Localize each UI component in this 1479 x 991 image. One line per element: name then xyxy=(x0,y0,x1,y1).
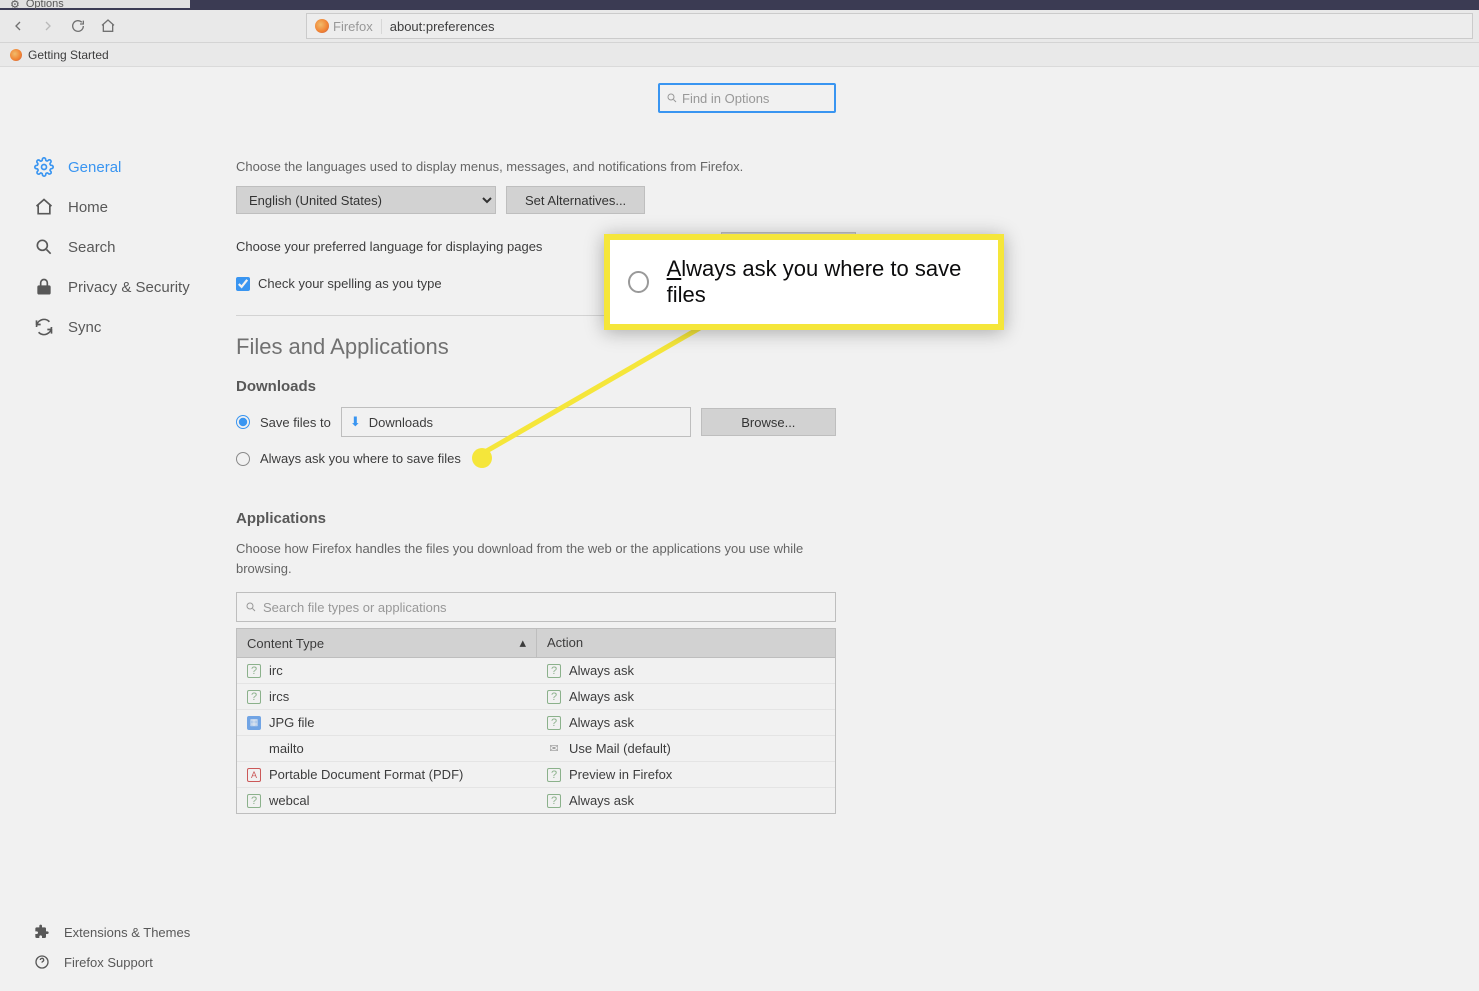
save-to-label: Save files to xyxy=(260,415,331,430)
reload-button[interactable] xyxy=(66,14,90,38)
sync-icon xyxy=(34,317,54,337)
always-ask-radio[interactable] xyxy=(236,452,250,466)
callout-box: AAlways ask you where to save fileslways… xyxy=(604,234,1004,330)
search-applications-input[interactable]: Search file types or applications xyxy=(236,592,836,622)
save-to-radio[interactable] xyxy=(236,415,250,429)
sidebar-item-privacy[interactable]: Privacy & Security xyxy=(0,267,230,307)
url-bar[interactable]: Firefox about:preferences xyxy=(306,13,1473,39)
preferred-language-label: Choose your preferred language for displ… xyxy=(236,239,542,254)
search-icon xyxy=(245,601,257,613)
callout-text: AAlways ask you where to save fileslways… xyxy=(667,256,980,308)
applications-table: Content Type ▴ Action ?irc ?Always ask?i… xyxy=(236,628,836,814)
sidebar-item-home[interactable]: Home xyxy=(0,187,230,227)
home-icon xyxy=(34,197,54,217)
downloads-heading: Downloads xyxy=(236,378,856,395)
download-arrow-icon: ⬇ xyxy=(350,414,361,430)
callout-dot xyxy=(472,448,492,468)
files-section-title: Files and Applications xyxy=(236,334,856,360)
url-identity: Firefox xyxy=(315,19,382,34)
browser-tab[interactable]: ⚙ Options xyxy=(0,0,190,8)
applications-description: Choose how Firefox handles the files you… xyxy=(236,539,856,578)
bookmark-favicon xyxy=(10,49,22,61)
find-in-options[interactable]: Find in Options xyxy=(658,83,836,113)
bookmarks-bar: Getting Started xyxy=(0,43,1479,67)
lock-icon xyxy=(34,277,54,297)
main-content: Find in Options Choose the languages use… xyxy=(236,67,856,991)
always-ask-label: Always ask you where to save files xyxy=(260,451,461,466)
language-select[interactable]: English (United States) xyxy=(236,186,496,214)
sidebar-support[interactable]: Firefox Support xyxy=(0,947,230,977)
save-folder-input[interactable]: ⬇ Downloads xyxy=(341,407,691,437)
applications-heading: Applications xyxy=(236,510,856,527)
bookmark-item[interactable]: Getting Started xyxy=(28,48,109,62)
language-description: Choose the languages used to display men… xyxy=(236,159,856,174)
col-content-type[interactable]: Content Type ▴ xyxy=(237,629,537,657)
search-icon xyxy=(34,237,54,257)
search-icon xyxy=(666,92,678,104)
table-row[interactable]: APortable Document Format (PDF) ?Preview… xyxy=(237,762,835,788)
sidebar-extensions[interactable]: Extensions & Themes xyxy=(0,917,230,947)
table-row[interactable]: ?webcal ?Always ask xyxy=(237,788,835,813)
sidebar-item-general[interactable]: General xyxy=(0,147,230,187)
firefox-icon xyxy=(315,19,329,33)
table-row[interactable]: ?irc ?Always ask xyxy=(237,658,835,684)
table-row[interactable]: mailto ✉Use Mail (default) xyxy=(237,736,835,762)
callout-radio-icon xyxy=(628,271,649,293)
help-icon xyxy=(34,954,50,970)
puzzle-icon xyxy=(34,924,50,940)
home-button[interactable] xyxy=(96,14,120,38)
forward-button[interactable] xyxy=(36,14,60,38)
toolbar: Firefox about:preferences xyxy=(0,10,1479,43)
col-action[interactable]: Action xyxy=(537,629,835,657)
sort-asc-icon: ▴ xyxy=(519,635,526,651)
back-button[interactable] xyxy=(6,14,30,38)
table-row[interactable]: ?ircs ?Always ask xyxy=(237,684,835,710)
sidebar-item-sync[interactable]: Sync xyxy=(0,307,230,347)
gear-icon xyxy=(34,157,54,177)
set-alternatives-button[interactable]: Set Alternatives... xyxy=(506,186,645,214)
spellcheck-label: Check your spelling as you type xyxy=(258,276,442,291)
table-row[interactable]: ▦JPG file ?Always ask xyxy=(237,710,835,736)
sidebar: General Home Search Privacy & Security S… xyxy=(0,67,230,991)
spellcheck-checkbox[interactable] xyxy=(236,277,250,291)
browse-button[interactable]: Browse... xyxy=(701,408,836,436)
sidebar-item-search[interactable]: Search xyxy=(0,227,230,267)
url-text: about:preferences xyxy=(390,19,495,34)
